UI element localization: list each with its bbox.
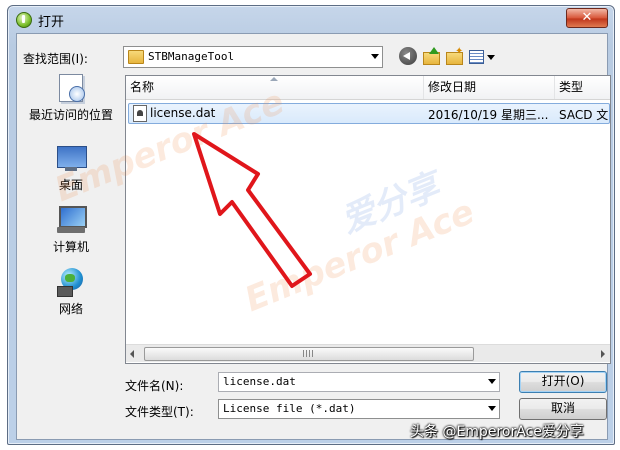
up-folder-icon[interactable] (422, 47, 440, 65)
scroll-left-icon[interactable] (130, 350, 134, 358)
network-icon (55, 266, 87, 298)
column-date[interactable]: 修改日期 (424, 76, 555, 99)
place-label: 计算机 (52, 240, 89, 254)
new-folder-icon[interactable]: ✦ (445, 46, 463, 65)
title-bar[interactable]: 打开 ✕ (8, 6, 614, 32)
file-type: SACD 文 (559, 108, 609, 122)
cancel-button[interactable]: 取消 (519, 398, 607, 420)
source-caption: 头条 @EmperorAce爱分享 (410, 424, 584, 440)
place-label: 最近访问的位置 (28, 108, 113, 122)
file-name-input[interactable]: license.dat (218, 372, 500, 392)
grip-icon (303, 350, 313, 357)
close-button[interactable]: ✕ (566, 8, 608, 28)
file-name-label: 文件名(N): (125, 379, 184, 393)
column-header: 名称 修改日期 类型 (126, 76, 610, 100)
recent-places-icon (55, 72, 87, 104)
look-in-combo[interactable]: STBManageTool (123, 46, 383, 68)
horizontal-scrollbar[interactable] (126, 344, 610, 362)
chevron-down-icon[interactable] (488, 379, 496, 384)
file-name-value: license.dat (223, 375, 296, 388)
file-type-label: 文件类型(T): (125, 405, 194, 419)
file-type-value: License file (*.dat) (223, 402, 356, 415)
open-button[interactable]: 打开(O) (519, 371, 607, 393)
file-type-select[interactable]: License file (*.dat) (218, 399, 500, 419)
look-in-label: 查找范围(I): (23, 52, 88, 66)
app-power-icon (16, 12, 32, 28)
folder-icon (128, 50, 144, 64)
dialog-title: 打开 (38, 15, 65, 30)
scroll-right-icon[interactable] (601, 350, 605, 358)
place-recent[interactable]: 最近访问的位置 (21, 72, 121, 123)
views-menu-icon[interactable] (468, 47, 496, 65)
computer-icon (55, 204, 87, 236)
place-label: 网络 (58, 302, 83, 316)
scroll-thumb[interactable] (144, 347, 474, 361)
file-date: 2016/10/19 星期三... (428, 108, 549, 122)
annotation-arrow-icon (192, 132, 312, 288)
place-computer[interactable]: 计算机 (21, 204, 121, 255)
sort-up-icon (270, 77, 278, 81)
back-icon[interactable] (399, 47, 417, 65)
chevron-down-icon[interactable] (488, 406, 496, 411)
places-bar: 最近访问的位置 桌面 计算机 网络 (21, 72, 121, 362)
column-type[interactable]: 类型 (555, 76, 610, 99)
chevron-down-icon[interactable] (371, 54, 379, 59)
look-in-value: STBManageTool (148, 50, 235, 63)
place-network[interactable]: 网络 (21, 266, 121, 317)
file-icon (133, 105, 147, 122)
